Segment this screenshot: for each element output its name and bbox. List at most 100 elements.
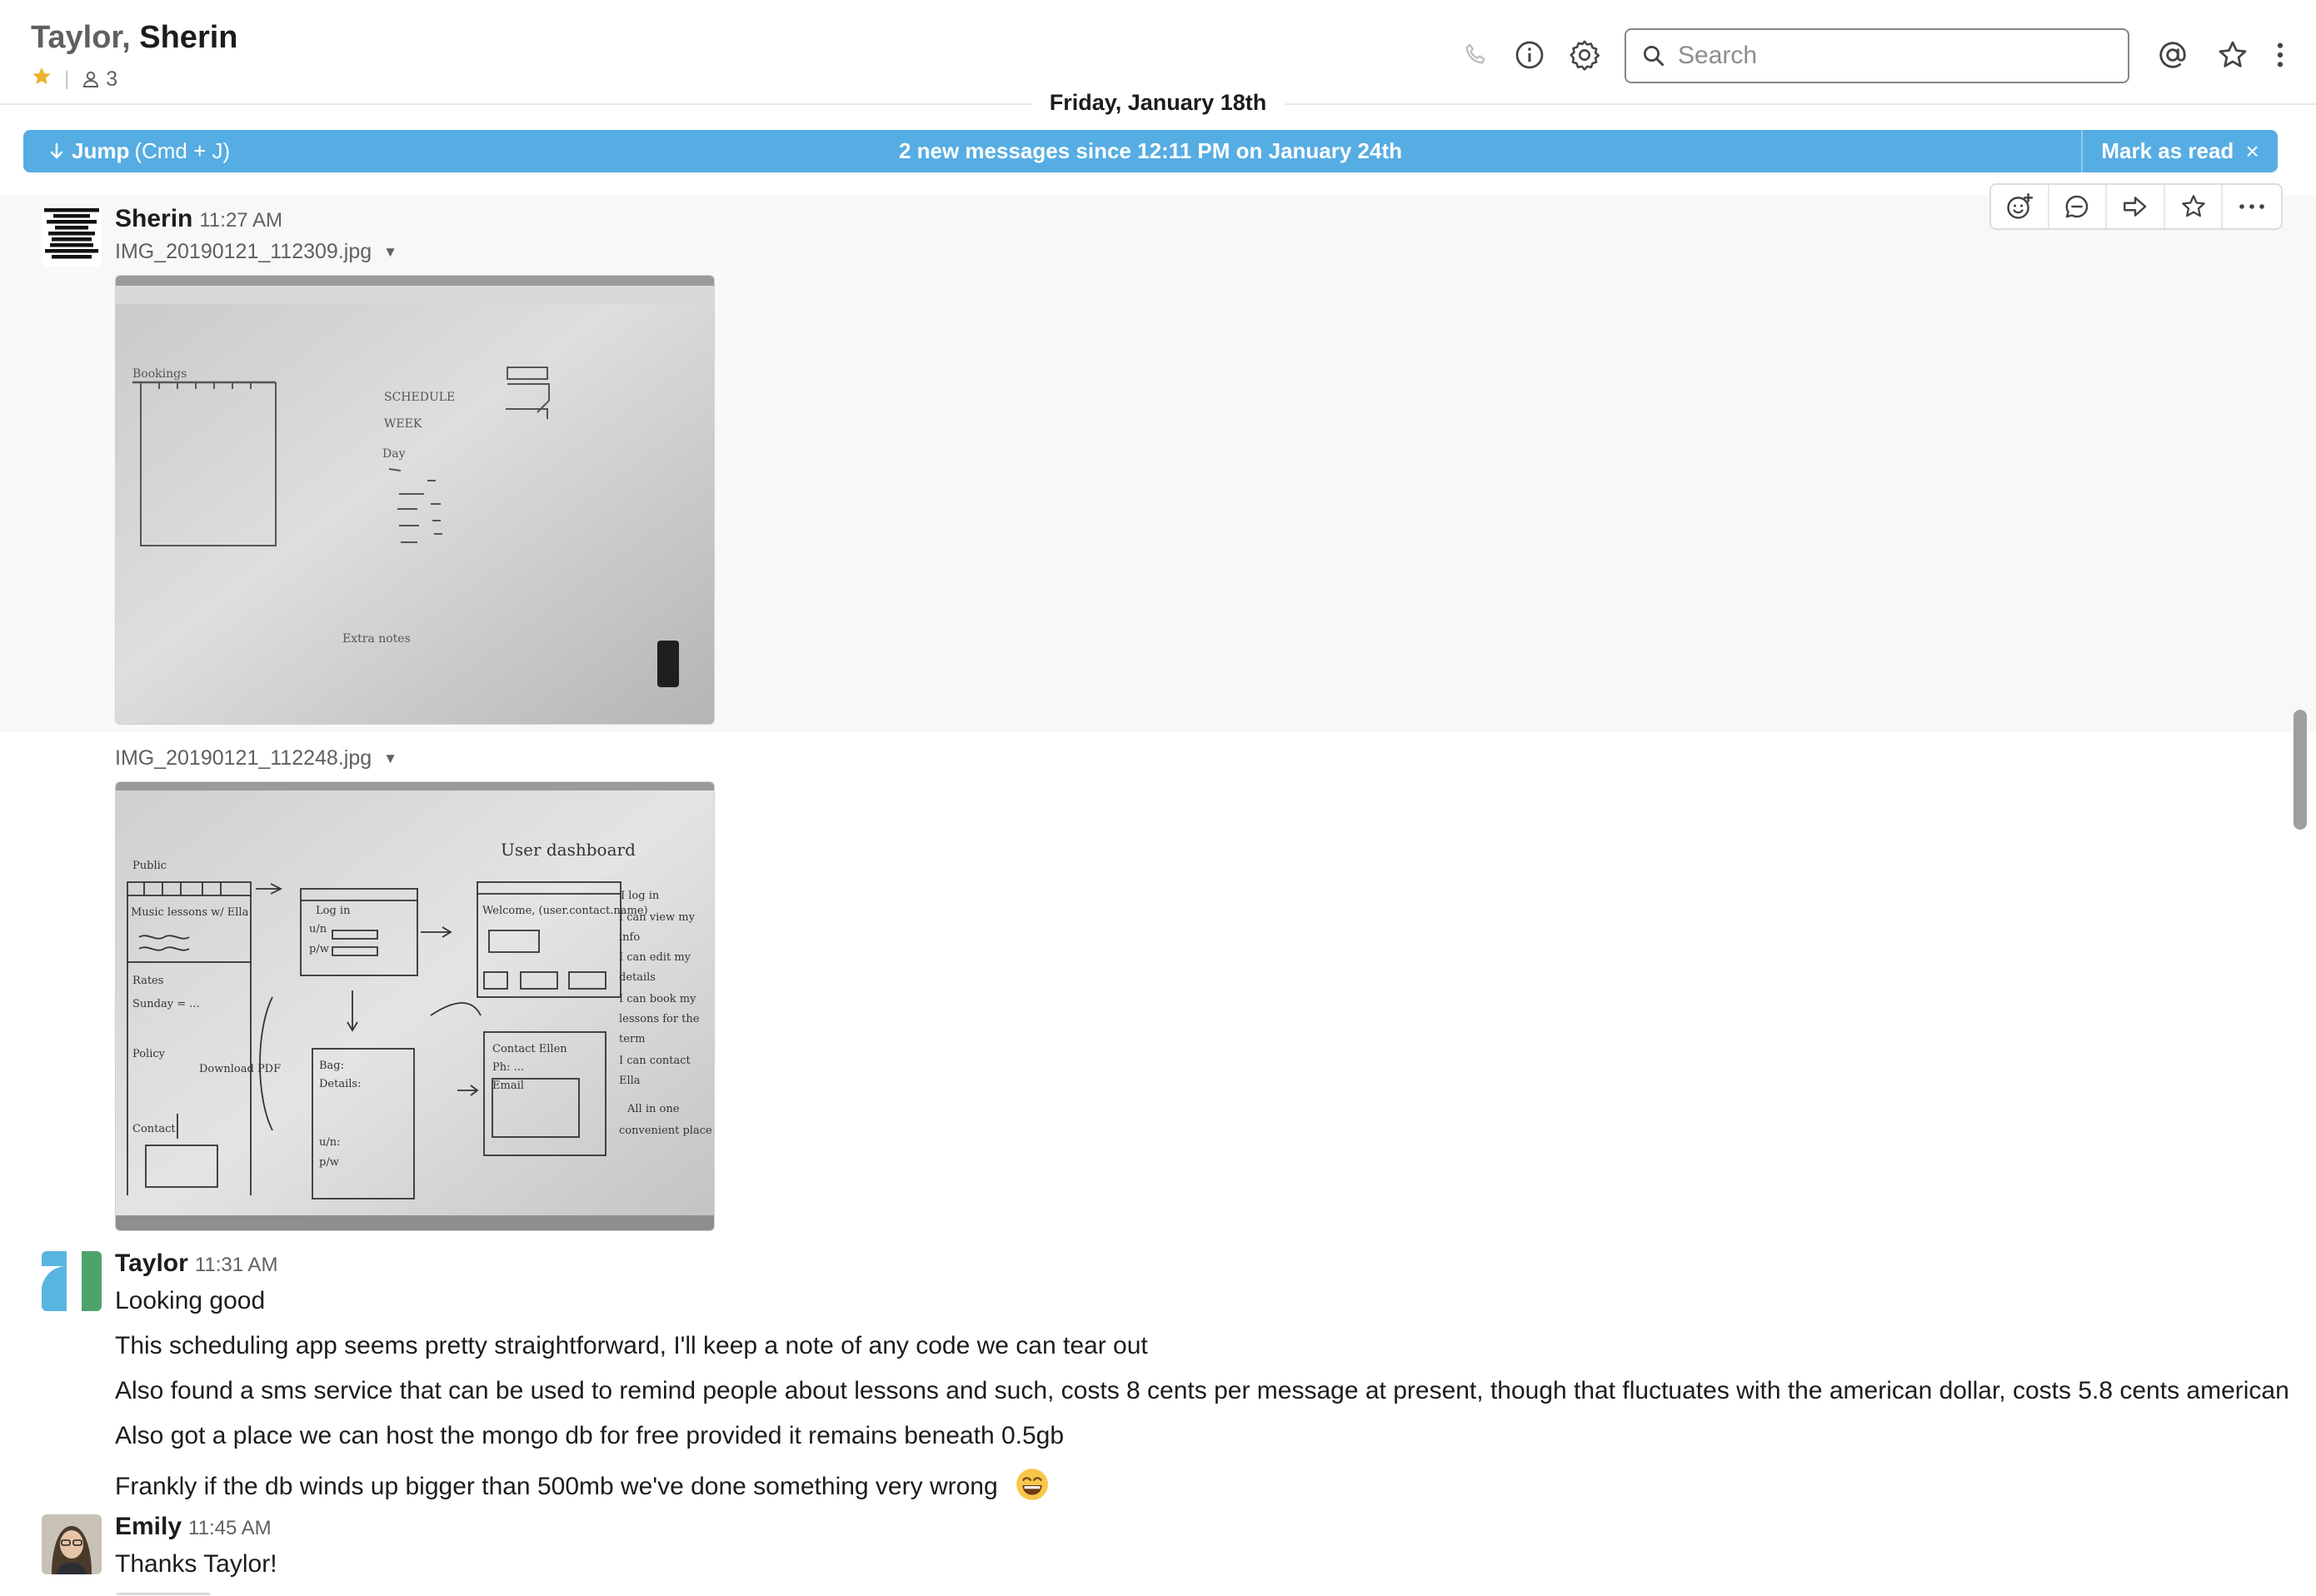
sender-name[interactable]: Sherin — [115, 205, 192, 232]
sender-name[interactable]: Taylor — [115, 1249, 188, 1277]
scrollbar-thumb[interactable] — [2294, 710, 2307, 830]
svg-text:Details:: Details: — [319, 1078, 361, 1090]
file-name-1[interactable]: IMG_20190121_112309.jpg ▼ — [115, 240, 397, 264]
svg-text:Contact Ellen: Contact Ellen — [492, 1043, 567, 1055]
message-sender: Emily 11:45 AM — [115, 1513, 272, 1541]
message-sender: Sherin 11:27 AM — [115, 205, 282, 233]
svg-text:Day: Day — [382, 447, 406, 461]
member-count[interactable]: 3 — [106, 67, 117, 92]
message-text: This scheduling app seems pretty straigh… — [115, 1332, 1148, 1359]
jump-shortcut: (Cmd + J) — [134, 138, 231, 163]
svg-text:I can book my: I can book my — [619, 993, 696, 1005]
message-text: Also got a place we can host the mongo d… — [115, 1422, 1065, 1449]
svg-text:term: term — [619, 1033, 645, 1045]
file-name-label: IMG_20190121_112248.jpg — [115, 746, 372, 770]
svg-text:Ella: Ella — [619, 1075, 641, 1087]
svg-text:u/n: u/n — [309, 923, 327, 935]
image-attachment-2[interactable]: Public Music lessons w/ Ella Rates Sunda… — [115, 781, 715, 1231]
message-timestamp[interactable]: 11:27 AM — [199, 209, 282, 232]
svg-text:I can edit my: I can edit my — [619, 951, 691, 964]
channel-title[interactable]: Taylor, Sherin — [31, 20, 238, 56]
star-icon[interactable] — [31, 66, 52, 93]
svg-text:I can contact: I can contact — [619, 1055, 691, 1067]
svg-text:Rates: Rates — [132, 975, 163, 987]
image-attachment-1[interactable]: Bookings SCHEDULE WEEK Day Extra notes — [115, 275, 715, 725]
search-icon — [1641, 43, 1666, 68]
arrow-down-icon — [48, 142, 65, 161]
gear-icon[interactable] — [1568, 38, 1601, 72]
title-member-2: Sherin — [139, 20, 238, 55]
new-messages-text[interactable]: 2 new messages since 12:11 PM on January… — [23, 130, 2278, 172]
whiteboard-photo: Public Music lessons w/ Ella Rates Sunda… — [116, 782, 714, 1230]
channel-meta: | 3 — [31, 65, 117, 93]
svg-text:Ph: ...: Ph: ... — [492, 1061, 524, 1074]
file-name-2[interactable]: IMG_20190121_112248.jpg ▼ — [115, 746, 397, 771]
jump-label: Jump — [72, 138, 130, 163]
svg-text:WEEK: WEEK — [384, 417, 422, 431]
grinning-face-emoji — [1015, 1467, 1050, 1509]
caret-down-icon[interactable]: ▼ — [383, 751, 397, 767]
mention-icon[interactable] — [2156, 38, 2189, 72]
search-box[interactable] — [1625, 28, 2129, 83]
svg-text:Music lessons w/ Ella: Music lessons w/ Ella — [131, 906, 249, 919]
message-timestamp[interactable]: 11:31 AM — [195, 1254, 278, 1276]
svg-text:lessons for the: lessons for the — [619, 1013, 700, 1025]
caret-down-icon[interactable]: ▼ — [383, 244, 397, 261]
date-divider[interactable]: Friday, January 18th — [1031, 87, 1285, 119]
avatar[interactable] — [42, 1514, 102, 1574]
avatar-photo — [42, 1514, 102, 1574]
svg-text:Public: Public — [132, 860, 167, 872]
svg-text:Extra notes: Extra notes — [342, 632, 411, 646]
phone-icon[interactable] — [1460, 38, 1493, 72]
message-timestamp[interactable]: 11:45 AM — [188, 1517, 272, 1539]
svg-text:All in one: All in one — [626, 1103, 680, 1115]
kebab-menu-icon[interactable] — [2268, 38, 2293, 72]
svg-text:Bookings: Bookings — [132, 367, 187, 381]
message-text: Thanks Taylor! — [115, 1550, 277, 1578]
svg-text:p/w: p/w — [319, 1156, 339, 1169]
search-input[interactable] — [1676, 41, 2113, 71]
svg-text:Bag:: Bag: — [319, 1060, 344, 1072]
svg-text:User dashboard: User dashboard — [501, 840, 636, 860]
more-actions-icon[interactable] — [2223, 185, 2281, 228]
meta-separator: | — [64, 67, 70, 90]
mark-as-read-label: Mark as read — [2101, 138, 2234, 163]
share-icon[interactable] — [2107, 185, 2165, 228]
svg-text:info: info — [619, 931, 640, 944]
avatar-text-image — [44, 208, 99, 259]
svg-text:SCHEDULE: SCHEDULE — [384, 391, 455, 404]
message-text: Also found a sms service that can be use… — [115, 1377, 2289, 1404]
file-name-label: IMG_20190121_112309.jpg — [115, 240, 372, 263]
message-text: Looking good — [115, 1287, 266, 1314]
whiteboard-photo: Bookings SCHEDULE WEEK Day Extra notes — [116, 276, 714, 724]
svg-text:Policy: Policy — [132, 1048, 166, 1060]
new-messages-banner: 2 new messages since 12:11 PM on January… — [23, 130, 2278, 172]
info-icon[interactable] — [1513, 38, 1546, 72]
star-icon[interactable] — [2165, 185, 2224, 228]
svg-text:Sunday = ...: Sunday = ... — [132, 998, 200, 1010]
close-icon[interactable]: × — [2245, 138, 2259, 165]
svg-text:I can view my: I can view my — [619, 911, 696, 924]
svg-text:I log in: I log in — [621, 890, 660, 902]
title-member-1: Taylor, — [31, 20, 131, 55]
message-text-row: Frankly if the db winds up bigger than 5… — [115, 1467, 1050, 1509]
svg-text:p/w: p/w — [309, 943, 329, 955]
avatar[interactable] — [42, 1251, 102, 1311]
svg-text:details: details — [619, 971, 656, 984]
avatar[interactable] — [42, 207, 102, 267]
starred-icon[interactable] — [2216, 38, 2249, 72]
jump-button[interactable]: Jump (Cmd + J) — [48, 130, 230, 172]
reaction-bar-edge — [117, 1593, 210, 1595]
svg-text:Email: Email — [492, 1080, 524, 1092]
add-reaction-icon[interactable] — [1991, 185, 2049, 228]
sender-name[interactable]: Emily — [115, 1513, 182, 1540]
members-icon[interactable] — [81, 69, 101, 89]
mark-as-read-button[interactable]: Mark as read × — [2081, 130, 2278, 172]
message-sender: Taylor 11:31 AM — [115, 1249, 277, 1278]
svg-text:Log in: Log in — [316, 905, 351, 917]
svg-text:u/n:: u/n: — [319, 1136, 341, 1149]
message-text: Frankly if the db winds up bigger than 5… — [115, 1472, 998, 1500]
avatar-logo-image — [42, 1251, 102, 1311]
svg-text:Download PDF: Download PDF — [199, 1063, 281, 1075]
reply-thread-icon[interactable] — [2049, 185, 2108, 228]
